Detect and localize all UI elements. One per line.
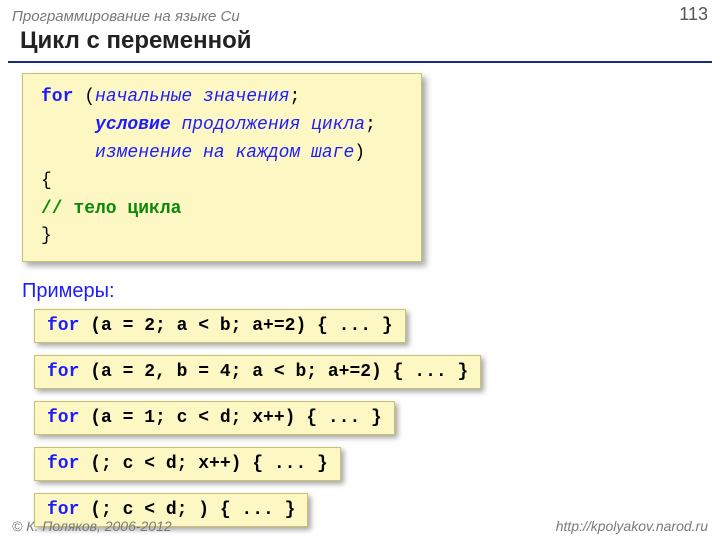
syntax-init: начальные значения (95, 87, 289, 107)
keyword-for: for (41, 87, 73, 107)
footer-bar: © К. Поляков, 2006-2012 http://kpolyakov… (0, 514, 720, 540)
keyword-for: for (47, 316, 79, 336)
text: ( (73, 87, 95, 107)
footer-url: http://kpolyakov.narod.ru (556, 518, 708, 534)
brace-open: { (41, 168, 405, 196)
indent (41, 143, 95, 163)
for-syntax-box: for (начальные значения; условие продолж… (22, 73, 422, 262)
title-row: Цикл с переменной (0, 25, 720, 57)
copyright: © К. Поляков, 2006-2012 (12, 518, 172, 534)
example-code: (; c < d; x++) { ... } (79, 454, 327, 474)
title-divider (8, 61, 712, 63)
example-code: (a = 2; a < b; a+=2) { ... } (79, 316, 392, 336)
text: ; (289, 87, 300, 107)
text: ) (354, 143, 365, 163)
header-bar: Программирование на языке Си 113 (0, 0, 720, 25)
example-code: (a = 1; c < d; x++) { ... } (79, 408, 381, 428)
examples-label: Примеры: (22, 280, 698, 303)
loop-body-comment: // тело цикла (41, 196, 405, 224)
example-code: (a = 2, b = 4; a < b; a+=2) { ... } (79, 362, 468, 382)
keyword-for: for (47, 362, 79, 382)
text: ; (365, 115, 376, 135)
example-box: for (; c < d; x++) { ... } (34, 447, 341, 481)
syntax-condition-rest: продолжения цикла (171, 115, 365, 135)
example-box: for (a = 2; a < b; a+=2) { ... } (34, 309, 406, 343)
brace-close: } (41, 223, 405, 251)
indent (41, 115, 95, 135)
slide-title: Цикл с переменной (20, 27, 706, 55)
syntax-condition-word: условие (95, 115, 171, 135)
course-name: Программирование на языке Си (12, 8, 240, 25)
example-box: for (a = 1; c < d; x++) { ... } (34, 401, 395, 435)
main-content: for (начальные значения; условие продолж… (0, 73, 720, 539)
page-number: 113 (679, 4, 708, 25)
keyword-for: for (47, 408, 79, 428)
syntax-step: изменение на каждом шаге (95, 143, 354, 163)
keyword-for: for (47, 454, 79, 474)
example-box: for (a = 2, b = 4; a < b; a+=2) { ... } (34, 355, 481, 389)
